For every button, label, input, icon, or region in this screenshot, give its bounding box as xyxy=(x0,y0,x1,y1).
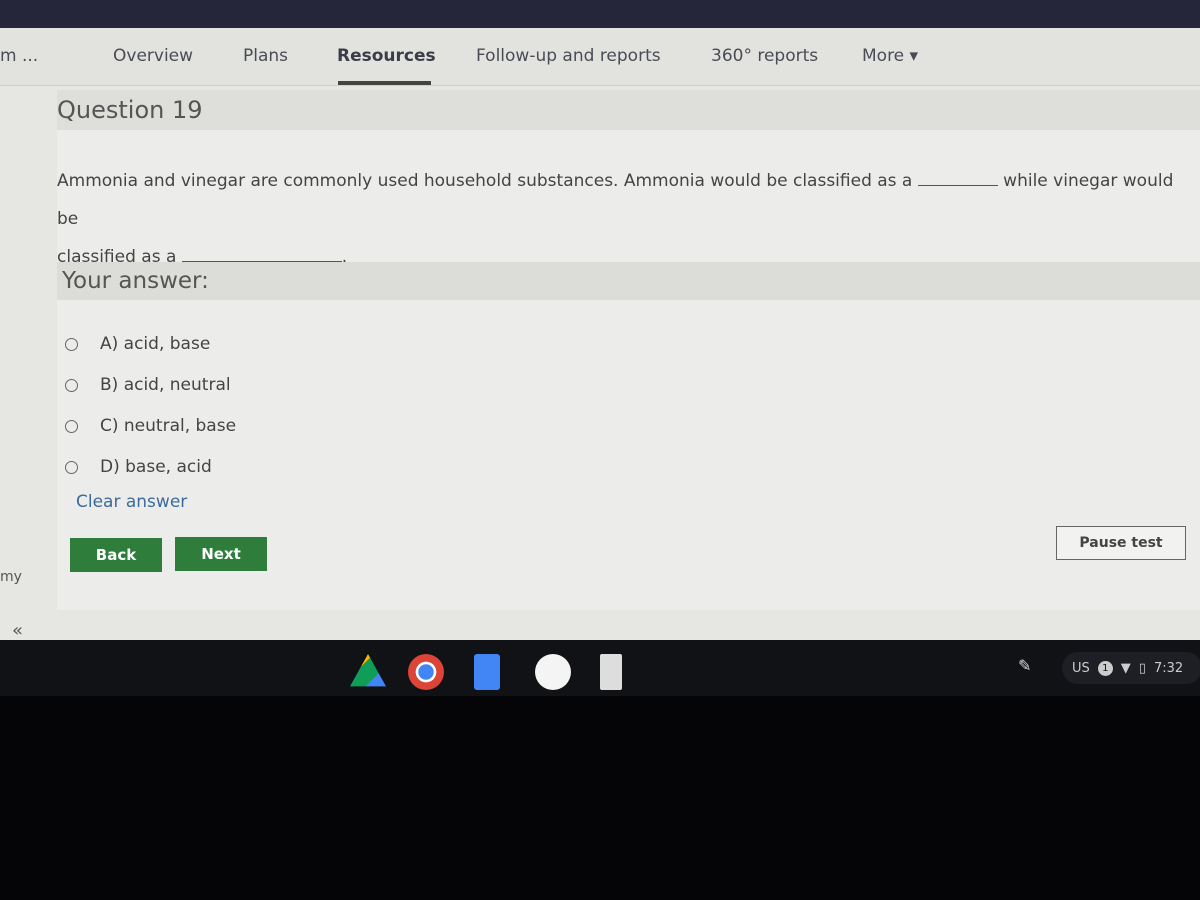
option-label: C) neutral, base xyxy=(100,416,237,436)
notification-badge: 1 xyxy=(1097,660,1113,676)
option-c[interactable]: C) neutral, base xyxy=(65,416,236,436)
sidebar-text: my xyxy=(0,569,22,585)
play-store-icon[interactable] xyxy=(535,654,571,690)
next-button[interactable]: Next xyxy=(175,537,267,571)
option-b[interactable]: B) acid, neutral xyxy=(65,375,231,395)
status-tray[interactable]: US 1 ▼ ▯ 7:32 xyxy=(1062,652,1200,684)
clear-answer-link[interactable]: Clear answer xyxy=(76,492,187,512)
tab-overview[interactable]: Overview xyxy=(113,46,193,66)
radio-icon[interactable] xyxy=(65,378,78,392)
radio-icon[interactable] xyxy=(65,460,78,474)
tab-more[interactable]: More ▾ xyxy=(862,46,918,66)
option-a[interactable]: A) acid, base xyxy=(65,334,210,354)
blank-1 xyxy=(917,172,998,186)
back-button[interactable]: Back xyxy=(70,538,162,572)
question-title: Question 19 xyxy=(57,90,1200,130)
clock: 7:32 xyxy=(1153,660,1184,676)
google-docs-icon[interactable] xyxy=(474,654,500,690)
tab-plans[interactable]: Plans xyxy=(243,46,288,66)
nav-bar: m ... Overview Plans Resources Follow-up… xyxy=(0,28,1200,86)
collapse-sidebar-icon[interactable]: « xyxy=(12,620,23,641)
option-label: B) acid, neutral xyxy=(100,375,231,395)
radio-icon[interactable] xyxy=(65,419,78,433)
question-text-1: Ammonia and vinegar are commonly used ho… xyxy=(57,171,913,191)
tab-resources[interactable]: Resources xyxy=(337,46,436,66)
option-label: D) base, acid xyxy=(100,457,212,477)
option-label: A) acid, base xyxy=(100,334,211,354)
google-drive-icon[interactable] xyxy=(350,654,386,687)
radio-icon[interactable] xyxy=(65,337,78,351)
option-d[interactable]: D) base, acid xyxy=(65,457,212,477)
active-tab-indicator xyxy=(338,81,431,85)
tab-360-reports[interactable]: 360° reports xyxy=(711,46,818,66)
battery-icon: ▯ xyxy=(1138,660,1146,676)
wifi-icon: ▼ xyxy=(1120,660,1131,676)
chrome-icon[interactable] xyxy=(408,654,444,690)
your-answer-label: Your answer: xyxy=(57,262,1200,300)
tab-follow-up[interactable]: Follow-up and reports xyxy=(476,46,661,66)
calculator-icon[interactable] xyxy=(600,654,622,690)
nav-truncated-title[interactable]: m ... xyxy=(0,46,38,66)
app-screen: m ... Overview Plans Resources Follow-up… xyxy=(0,28,1200,641)
blank-2 xyxy=(181,248,342,262)
chromeos-shelf: ✎ US 1 ▼ ▯ 7:32 xyxy=(0,640,1200,696)
pause-test-button[interactable]: Pause test xyxy=(1056,526,1186,560)
browser-top-bar xyxy=(0,0,1200,28)
question-text: Ammonia and vinegar are commonly used ho… xyxy=(57,162,1187,276)
question-panel: Question 19 Ammonia and vinegar are comm… xyxy=(57,90,1200,610)
locale-indicator: US xyxy=(1072,660,1090,676)
stylus-icon[interactable]: ✎ xyxy=(1018,656,1031,675)
